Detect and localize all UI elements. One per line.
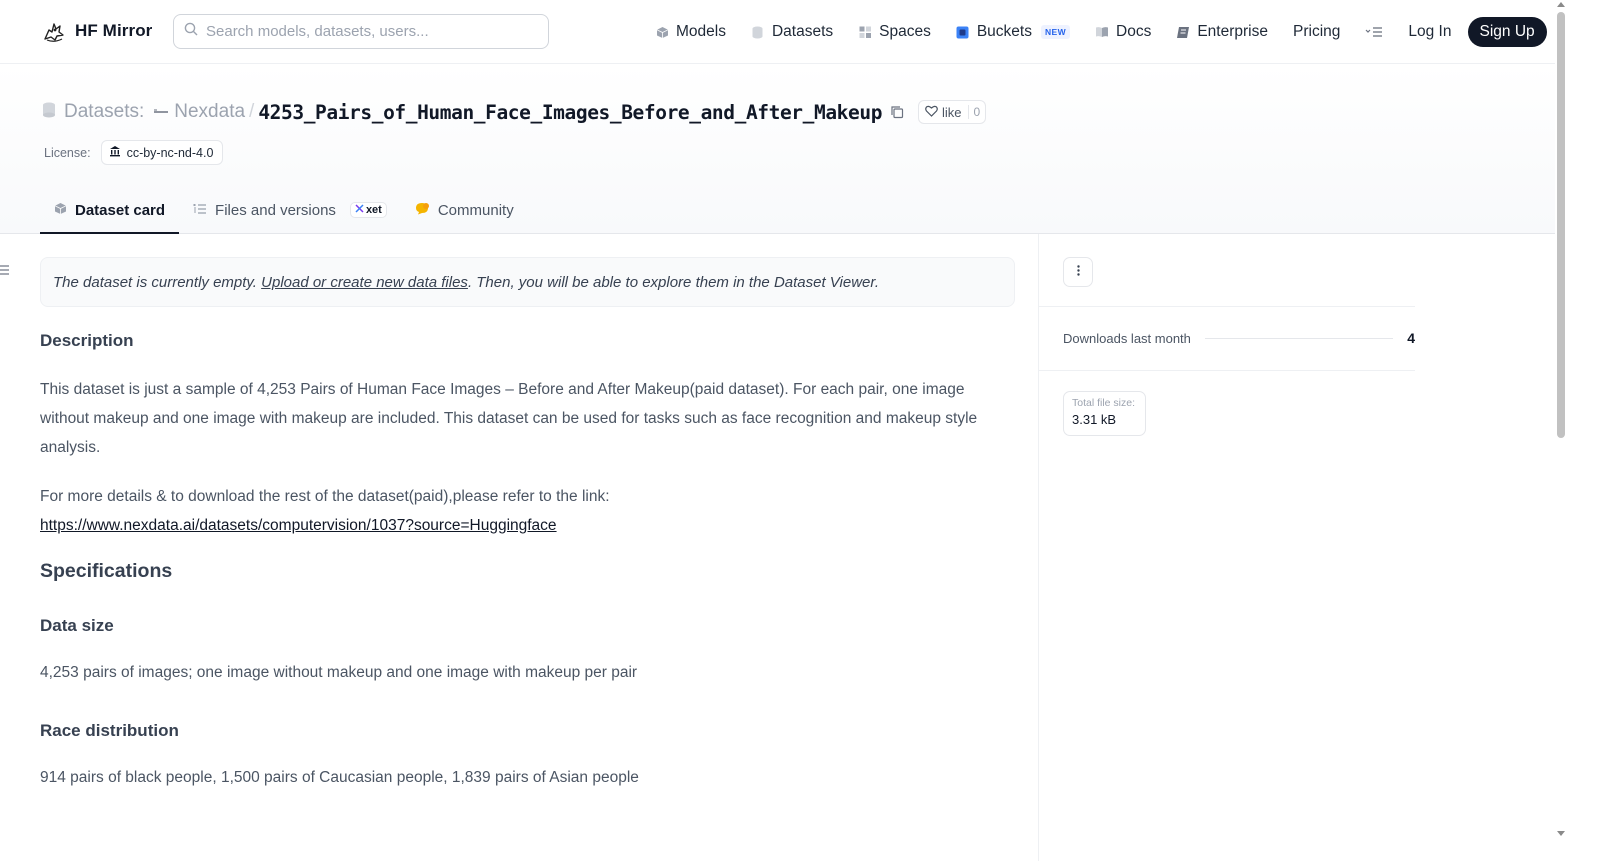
license-label: License: [44, 145, 91, 160]
sidebar-divider [1039, 306, 1415, 307]
dataset-card-content: The dataset is currently empty. Upload o… [40, 234, 1015, 792]
xet-icon [355, 204, 364, 216]
downloads-label: Downloads last month [1063, 330, 1191, 346]
nav-spaces[interactable]: Spaces [858, 0, 931, 64]
nav-datasets-label: Datasets [771, 23, 834, 40]
login-link[interactable]: Log In [1408, 23, 1451, 41]
upload-data-link[interactable]: Upload or create new data files [261, 274, 468, 291]
nav-docs[interactable]: Docs [1095, 0, 1151, 64]
details-label: For more details & to download the rest … [40, 488, 610, 505]
xet-badge-label: xet [365, 204, 382, 216]
details-link[interactable]: https://www.nexdata.ai/datasets/computer… [40, 517, 557, 534]
like-count: 0 [967, 105, 986, 119]
community-icon [415, 202, 430, 219]
nav-enterprise-label: Enterprise [1197, 23, 1268, 40]
tab-community[interactable]: Community [401, 188, 528, 234]
bucket-icon [956, 25, 970, 39]
cube-icon [655, 25, 669, 39]
search-placeholder: Search models, datasets, users... [206, 23, 429, 40]
tab-dataset-card[interactable]: Dataset card [40, 188, 180, 234]
menu-more-icon[interactable] [1365, 26, 1383, 38]
nav-enterprise[interactable]: Enterprise [1176, 0, 1268, 64]
dataset-title[interactable]: 4253_Pairs_of_Human_Face_Images_Before_a… [258, 101, 882, 124]
signup-button[interactable]: Sign Up [1467, 17, 1547, 47]
description-text: This dataset is just a sample of 4,253 P… [40, 381, 978, 456]
details-text: For more details & to download the rest … [40, 482, 1015, 540]
nav-pricing-label: Pricing [1293, 23, 1341, 40]
page-scrollbar[interactable] [1555, 0, 1568, 861]
bank-icon [109, 145, 121, 160]
data-size-heading: Data size [40, 616, 114, 635]
like-button[interactable]: like 0 [918, 100, 987, 124]
downloads-sparkline [1204, 337, 1394, 339]
main-nav: Models Datasets Spaces Buckets NEW Docs … [655, 0, 1547, 64]
kebab-icon [1076, 263, 1080, 281]
downloads-value: 4 [1407, 330, 1415, 346]
org-avatar-icon [154, 109, 169, 115]
brand-name: HF Mirror [75, 21, 153, 40]
database-icon [751, 25, 765, 39]
dataset-tabs: Dataset card Files and versions xet Comm… [40, 188, 528, 234]
search-icon [184, 22, 198, 41]
downloads-stat: Downloads last month 4 [1063, 330, 1415, 346]
book-icon [1095, 25, 1109, 39]
file-size-label: Total file size: [1072, 397, 1136, 409]
sidebar-divider [1039, 370, 1415, 371]
scroll-up-arrow-icon[interactable] [1557, 2, 1565, 7]
top-navbar: HF Mirror Search models, datasets, users… [0, 0, 1555, 64]
options-menu-button[interactable] [1063, 257, 1093, 287]
dataset-title-row: Datasets: Nexdata / 4253_Pairs_of_Human_… [42, 100, 987, 124]
title-separator: / [249, 101, 255, 122]
nav-pricing[interactable]: Pricing [1293, 0, 1340, 64]
nav-docs-label: Docs [1116, 23, 1152, 40]
grid-icon [858, 25, 872, 39]
database-icon [42, 102, 56, 123]
nav-models[interactable]: Models [655, 0, 726, 64]
enterprise-icon [1176, 25, 1190, 39]
tab-community-label: Community [437, 201, 514, 219]
files-icon [193, 202, 207, 219]
xet-badge: xet [349, 202, 387, 218]
specifications-heading: Specifications [40, 560, 173, 582]
org-link[interactable]: Nexdata [174, 101, 245, 123]
nav-buckets[interactable]: Buckets NEW [956, 0, 1071, 64]
notice-text-before: The dataset is currently empty. [53, 273, 262, 291]
brand-link[interactable]: HF Mirror [41, 18, 152, 44]
nav-datasets[interactable]: Datasets [751, 0, 833, 64]
scrollbar-thumb[interactable] [1557, 12, 1565, 438]
cube-icon [54, 202, 67, 219]
tab-dataset-card-label: Dataset card [75, 201, 166, 219]
data-size-text: 4,253 pairs of images; one image without… [40, 664, 638, 681]
dataset-sidebar: Downloads last month 4 Total file size: … [1038, 234, 1555, 861]
race-distribution-text: 914 pairs of black people, 1,500 pairs o… [40, 769, 639, 786]
file-size-box: Total file size: 3.31 kB [1063, 391, 1146, 436]
new-badge: NEW [1040, 25, 1071, 39]
description-heading: Description [40, 331, 134, 350]
license-row: License: cc-by-nc-nd-4.0 [44, 140, 224, 165]
license-value: cc-by-nc-nd-4.0 [126, 145, 214, 160]
tab-files-and-versions[interactable]: Files and versions xet [179, 188, 401, 234]
empty-dataset-notice: The dataset is currently empty. Upload o… [40, 257, 1015, 307]
hf-mirror-logo-icon [41, 18, 67, 44]
race-distribution-heading: Race distribution [40, 721, 179, 740]
scroll-down-arrow-icon[interactable] [1557, 831, 1565, 836]
sidebar-toggle-icon[interactable] [0, 263, 9, 281]
notice-text-after: . Then, you will be able to explore them… [467, 273, 879, 291]
file-size-value: 3.31 kB [1072, 412, 1117, 427]
copy-icon[interactable] [890, 105, 904, 119]
search-input[interactable]: Search models, datasets, users... [173, 14, 549, 49]
license-tag[interactable]: cc-by-nc-nd-4.0 [100, 140, 224, 165]
nav-buckets-label: Buckets [976, 23, 1032, 40]
nav-spaces-label: Spaces [879, 23, 931, 40]
like-label: like [942, 104, 962, 120]
heart-icon [925, 105, 938, 120]
datasets-type-label[interactable]: Datasets: [64, 101, 144, 123]
tab-files-label: Files and versions [215, 201, 336, 219]
nav-models-label: Models [676, 23, 726, 40]
